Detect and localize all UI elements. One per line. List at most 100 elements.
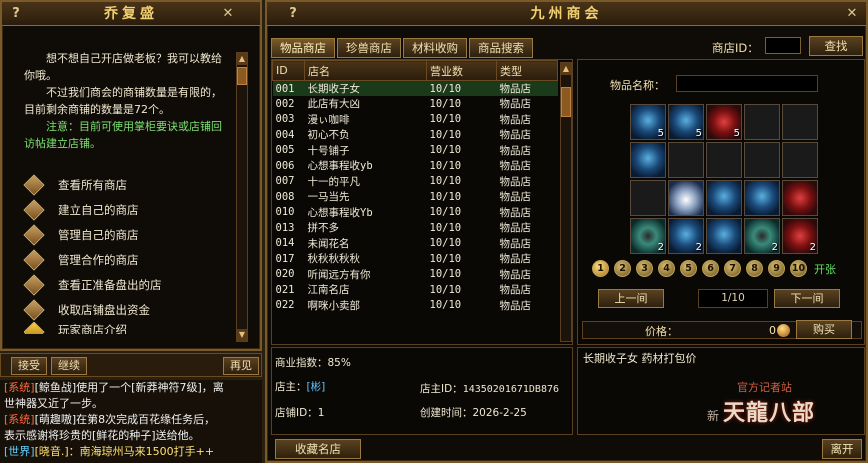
item-slot[interactable]: 2	[630, 218, 666, 254]
empty-slot[interactable]	[782, 104, 818, 140]
business-index: 商业指数：85%	[275, 357, 351, 369]
table-row[interactable]: 014 未闻花名 10/10 物品店	[273, 236, 558, 252]
table-row[interactable]: 004 初心不负 10/10 物品店	[273, 127, 558, 143]
help-button[interactable]: ?	[8, 6, 24, 22]
help-button[interactable]: ?	[285, 6, 301, 22]
menu-item-manage-partner-shop[interactable]: 管理合作的商店	[23, 247, 232, 272]
scroll-up-icon[interactable]: ▲	[561, 63, 571, 75]
item-quantity: 5	[733, 128, 740, 139]
menu-item-view-all-shops[interactable]: 查看所有商店	[23, 172, 232, 197]
cell-id: 007	[275, 175, 295, 188]
table-row[interactable]: 007 十一的平凡 10/10 物品店	[273, 174, 558, 190]
owner-id-label: 店主ID：	[420, 383, 463, 395]
table-row[interactable]: 008 一马当先 10/10 物品店	[273, 189, 558, 205]
item-slot[interactable]	[706, 180, 742, 216]
item-slot[interactable]: 5	[706, 104, 742, 140]
table-row[interactable]: 006 心想事程收yb 10/10 物品店	[273, 158, 558, 174]
close-button[interactable]: ✕	[844, 6, 860, 22]
counter-page-button[interactable]: 6	[702, 260, 719, 277]
prev-shop-button[interactable]: 上一间	[598, 289, 664, 308]
scroll-up-icon[interactable]: ▲	[237, 53, 247, 65]
table-row[interactable]: 017 秋秋秋秋秋 10/10 物品店	[273, 251, 558, 267]
menu-item-shop-intro[interactable]: 玩家商店介绍	[24, 322, 232, 334]
col-id[interactable]: ID	[272, 60, 305, 81]
counter-page-button[interactable]: 2	[614, 260, 631, 277]
cell-type: 物品店	[499, 129, 532, 142]
scroll-icon	[23, 298, 45, 321]
counter-page-button[interactable]: 3	[636, 260, 653, 277]
find-button[interactable]: 查找	[809, 36, 863, 56]
table-row[interactable]: 002 此店有大凶 10/10 物品店	[273, 96, 558, 112]
cell-type: 物品店	[499, 222, 532, 235]
scroll-icon	[23, 198, 45, 221]
counter-page-button[interactable]: 8	[746, 260, 763, 277]
table-row[interactable]: 020 听闻远方有你 10/10 物品店	[273, 267, 558, 283]
col-name[interactable]: 店名	[304, 60, 427, 81]
next-shop-button[interactable]: 下一间	[774, 289, 840, 308]
counter-page-button[interactable]: 10	[790, 260, 807, 277]
tab-material-purchase[interactable]: 材料收购	[403, 38, 467, 58]
favorite-shop-button[interactable]: 收藏名店	[275, 439, 361, 459]
scroll-icon	[23, 273, 45, 296]
item-slot[interactable]	[706, 218, 742, 254]
scroll-down-icon[interactable]: ▼	[237, 329, 247, 341]
item-slot[interactable]: 5	[630, 104, 666, 140]
item-slot[interactable]: 2	[744, 218, 780, 254]
tab-pet-shop[interactable]: 珍兽商店	[337, 38, 401, 58]
item-slot[interactable]	[630, 142, 666, 178]
empty-slot[interactable]	[744, 142, 780, 178]
item-slot[interactable]: 2	[668, 218, 704, 254]
empty-slot[interactable]	[782, 142, 818, 178]
chat-line: [系统][鲸鱼战]使用了一个[新莽神符7级]，离	[4, 381, 224, 394]
item-quantity: 2	[695, 242, 702, 253]
buy-button[interactable]: 购买	[796, 320, 852, 339]
accept-button[interactable]: 接受	[11, 357, 47, 375]
goodbye-button[interactable]: 再见	[223, 357, 259, 375]
tab-item-shop[interactable]: 物品商店	[271, 38, 335, 58]
tab-item-search[interactable]: 商品搜索	[469, 38, 533, 58]
item-slot[interactable]	[782, 180, 818, 216]
table-row[interactable]: 005 十号铺子 10/10 物品店	[273, 143, 558, 159]
question-icon	[24, 322, 45, 334]
dialog-scrollbar[interactable]: ▲ ▼	[236, 52, 248, 342]
empty-slot[interactable]	[668, 142, 704, 178]
counter-page-button[interactable]: 9	[768, 260, 785, 277]
menu-item-view-shops-for-sale[interactable]: 查看正准备盘出的店	[23, 272, 232, 297]
continue-button[interactable]: 继续	[51, 357, 87, 375]
menu-item-create-shop[interactable]: 建立自己的商店	[23, 197, 232, 222]
table-row[interactable]: 001 长期收子女 10/10 物品店	[272, 80, 558, 96]
col-type[interactable]: 类型	[496, 60, 558, 81]
cell-name: 十号铺子	[307, 144, 350, 157]
counter-page-button[interactable]: 4	[658, 260, 675, 277]
item-slot[interactable]	[744, 180, 780, 216]
scroll-thumb[interactable]	[561, 87, 571, 117]
col-business[interactable]: 营业数	[426, 60, 497, 81]
owner-row: 店主：[彬]	[275, 379, 325, 394]
scroll-thumb[interactable]	[237, 67, 247, 85]
leave-button[interactable]: 离开	[822, 439, 862, 459]
item-name-field[interactable]	[676, 75, 818, 92]
table-row[interactable]: 022 啊咪小卖部 10/10 物品店	[273, 298, 558, 314]
empty-slot[interactable]	[706, 142, 742, 178]
item-slot[interactable]: 5	[668, 104, 704, 140]
owner-name[interactable]: [彬]	[307, 381, 326, 393]
empty-slot[interactable]	[630, 180, 666, 216]
table-row[interactable]: 013 拼不多 10/10 物品店	[273, 220, 558, 236]
item-slot[interactable]: 2	[782, 218, 818, 254]
counter-page-button[interactable]: 5	[680, 260, 697, 277]
table-row[interactable]: 003 漫ぃ咖啡 10/10 物品店	[273, 112, 558, 128]
empty-slot[interactable]	[744, 104, 780, 140]
menu-item-manage-own-shop[interactable]: 管理自己的商店	[23, 222, 232, 247]
counter-page-button[interactable]: 1	[592, 260, 609, 277]
table-row[interactable]: 010 心想事程收Yb 10/10 物品店	[273, 205, 558, 221]
menu-item-collect-sale-funds[interactable]: 收取店铺盘出资金	[23, 297, 232, 322]
close-button[interactable]: ✕	[220, 6, 236, 22]
price-label: 价格：	[645, 325, 678, 338]
shop-id-input[interactable]	[765, 37, 801, 54]
cell-business: 10/10	[429, 283, 462, 296]
table-row[interactable]: 021 江南名店 10/10 物品店	[273, 282, 558, 298]
item-slot[interactable]	[668, 180, 704, 216]
counter-page-button[interactable]: 7	[724, 260, 741, 277]
shop-list-scrollbar[interactable]: ▲	[560, 62, 572, 342]
shop-guild-title: 九州商会	[267, 2, 866, 26]
